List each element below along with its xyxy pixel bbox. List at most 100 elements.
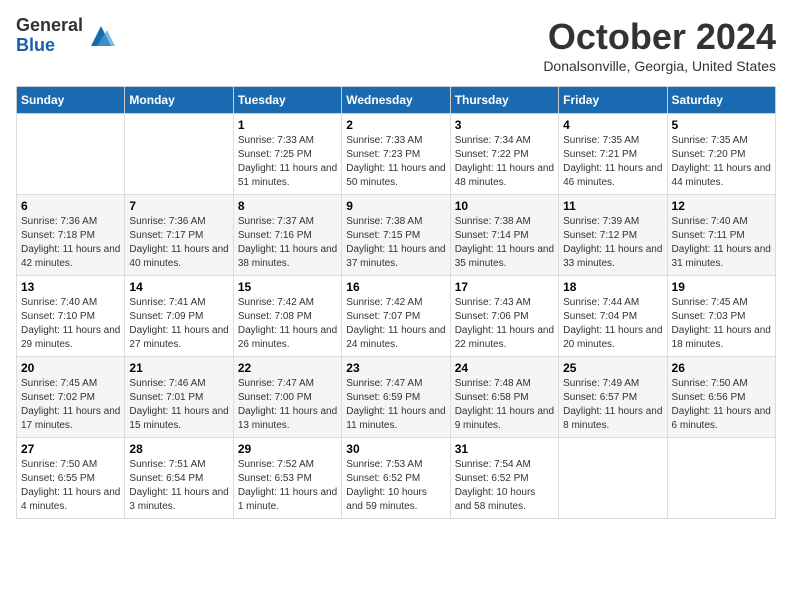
week-row-4: 20Sunrise: 7:45 AM Sunset: 7:02 PM Dayli…: [17, 357, 776, 438]
day-info: Sunrise: 7:50 AM Sunset: 6:56 PM Dayligh…: [672, 377, 771, 433]
calendar-cell: 14Sunrise: 7:41 AM Sunset: 7:09 PM Dayli…: [125, 276, 233, 357]
day-header-thursday: Thursday: [450, 87, 558, 114]
logo: General Blue: [16, 16, 115, 56]
week-row-3: 13 Sunrise: 7:40 AM Sunset: 7:10 PM Dayli…: [17, 276, 776, 357]
day-info: Sunrise: 7:42 AM Sunset: 7:07 PM Dayligh…: [346, 296, 445, 352]
day-info: Sunrise: 7:49 AM Sunset: 6:57 PM Dayligh…: [563, 377, 662, 433]
day-number: 17: [455, 280, 554, 294]
day-number: 2: [346, 118, 445, 132]
calendar-cell: 10 Sunrise: 7:38 AM Sunset: 7:14 PM Dayli…: [450, 195, 558, 276]
calendar-cell: 28 Sunrise: 7:51 AM Sunset: 6:54 PM Dayli…: [125, 438, 233, 519]
day-number: 29: [238, 442, 337, 456]
day-number: 4: [563, 118, 662, 132]
day-number: 3: [455, 118, 554, 132]
calendar-cell: 30Sunrise: 7:53 AM Sunset: 6:52 PM Dayli…: [342, 438, 450, 519]
day-number: 7: [129, 199, 228, 213]
day-number: 10: [455, 199, 554, 213]
calendar-cell: 3 Sunrise: 7:34 AM Sunset: 7:22 PM Daylig…: [450, 114, 558, 195]
day-info: Sunrise: 7:35 AM Sunset: 7:21 PM Dayligh…: [563, 134, 662, 190]
day-number: 18: [563, 280, 662, 294]
day-info: Sunrise: 7:40 AM Sunset: 7:10 PM Dayligh…: [21, 296, 120, 352]
day-number: 27: [21, 442, 120, 456]
calendar-cell: 17 Sunrise: 7:43 AM Sunset: 7:06 PM Dayli…: [450, 276, 558, 357]
day-number: 1: [238, 118, 337, 132]
day-number: 6: [21, 199, 120, 213]
calendar-cell: 21Sunrise: 7:46 AM Sunset: 7:01 PM Dayli…: [125, 357, 233, 438]
title-area: October 2024 Donalsonville, Georgia, Uni…: [543, 16, 776, 74]
calendar-header: SundayMondayTuesdayWednesdayThursdayFrid…: [17, 87, 776, 114]
day-number: 11: [563, 199, 662, 213]
day-number: 13: [21, 280, 120, 294]
day-info: Sunrise: 7:47 AM Sunset: 7:00 PM Dayligh…: [238, 377, 337, 433]
calendar-cell: 16 Sunrise: 7:42 AM Sunset: 7:07 PM Dayli…: [342, 276, 450, 357]
day-info: Sunrise: 7:48 AM Sunset: 6:58 PM Dayligh…: [455, 377, 554, 433]
calendar-table: SundayMondayTuesdayWednesdayThursdayFrid…: [16, 86, 776, 519]
day-info: Sunrise: 7:51 AM Sunset: 6:54 PM Dayligh…: [129, 458, 228, 514]
day-info: Sunrise: 7:44 AM Sunset: 7:04 PM Dayligh…: [563, 296, 662, 352]
day-header-wednesday: Wednesday: [342, 87, 450, 114]
day-info: Sunrise: 7:38 AM Sunset: 7:14 PM Dayligh…: [455, 215, 554, 271]
day-number: 30: [346, 442, 445, 456]
calendar-cell: [125, 114, 233, 195]
logo-icon: [87, 22, 115, 50]
day-info: Sunrise: 7:34 AM Sunset: 7:22 PM Dayligh…: [455, 134, 554, 190]
calendar-cell: 13 Sunrise: 7:40 AM Sunset: 7:10 PM Dayli…: [17, 276, 125, 357]
week-row-5: 27 Sunrise: 7:50 AM Sunset: 6:55 PM Dayli…: [17, 438, 776, 519]
day-info: Sunrise: 7:42 AM Sunset: 7:08 PM Dayligh…: [238, 296, 337, 352]
day-number: 31: [455, 442, 554, 456]
calendar-cell: 6Sunrise: 7:36 AM Sunset: 7:18 PM Daylig…: [17, 195, 125, 276]
calendar-cell: 1Sunrise: 7:33 AM Sunset: 7:25 PM Daylig…: [233, 114, 341, 195]
day-header-saturday: Saturday: [667, 87, 775, 114]
day-info: Sunrise: 7:38 AM Sunset: 7:15 PM Dayligh…: [346, 215, 445, 271]
header-row: SundayMondayTuesdayWednesdayThursdayFrid…: [17, 87, 776, 114]
day-info: Sunrise: 7:52 AM Sunset: 6:53 PM Dayligh…: [238, 458, 337, 514]
calendar-cell: 4 Sunrise: 7:35 AM Sunset: 7:21 PM Daylig…: [559, 114, 667, 195]
calendar-cell: 27 Sunrise: 7:50 AM Sunset: 6:55 PM Dayli…: [17, 438, 125, 519]
page-header: General Blue October 2024 Donalsonville,…: [16, 16, 776, 74]
day-info: Sunrise: 7:40 AM Sunset: 7:11 PM Dayligh…: [672, 215, 771, 271]
calendar-cell: 8 Sunrise: 7:37 AM Sunset: 7:16 PM Daylig…: [233, 195, 341, 276]
day-info: Sunrise: 7:33 AM Sunset: 7:23 PM Dayligh…: [346, 134, 445, 190]
day-info: Sunrise: 7:50 AM Sunset: 6:55 PM Dayligh…: [21, 458, 120, 514]
day-info: Sunrise: 7:35 AM Sunset: 7:20 PM Dayligh…: [672, 134, 771, 190]
day-number: 26: [672, 361, 771, 375]
day-number: 24: [455, 361, 554, 375]
logo-blue: Blue: [16, 36, 83, 56]
calendar-cell: 5Sunrise: 7:35 AM Sunset: 7:20 PM Daylig…: [667, 114, 775, 195]
day-header-sunday: Sunday: [17, 87, 125, 114]
day-number: 25: [563, 361, 662, 375]
day-number: 14: [129, 280, 228, 294]
week-row-2: 6Sunrise: 7:36 AM Sunset: 7:18 PM Daylig…: [17, 195, 776, 276]
day-info: Sunrise: 7:47 AM Sunset: 6:59 PM Dayligh…: [346, 377, 445, 433]
day-number: 15: [238, 280, 337, 294]
calendar-cell: [17, 114, 125, 195]
calendar-cell: [559, 438, 667, 519]
calendar-cell: 22Sunrise: 7:47 AM Sunset: 7:00 PM Dayli…: [233, 357, 341, 438]
day-number: 19: [672, 280, 771, 294]
day-number: 9: [346, 199, 445, 213]
day-info: Sunrise: 7:46 AM Sunset: 7:01 PM Dayligh…: [129, 377, 228, 433]
day-info: Sunrise: 7:43 AM Sunset: 7:06 PM Dayligh…: [455, 296, 554, 352]
calendar-cell: 29 Sunrise: 7:52 AM Sunset: 6:53 PM Dayli…: [233, 438, 341, 519]
logo-general: General: [16, 16, 83, 36]
location: Donalsonville, Georgia, United States: [543, 58, 776, 74]
month-title: October 2024: [543, 16, 776, 58]
week-row-1: 1Sunrise: 7:33 AM Sunset: 7:25 PM Daylig…: [17, 114, 776, 195]
day-number: 8: [238, 199, 337, 213]
calendar-cell: 7 Sunrise: 7:36 AM Sunset: 7:17 PM Daylig…: [125, 195, 233, 276]
day-number: 16: [346, 280, 445, 294]
day-info: Sunrise: 7:37 AM Sunset: 7:16 PM Dayligh…: [238, 215, 337, 271]
day-number: 12: [672, 199, 771, 213]
day-info: Sunrise: 7:36 AM Sunset: 7:17 PM Dayligh…: [129, 215, 228, 271]
calendar-cell: 19Sunrise: 7:45 AM Sunset: 7:03 PM Dayli…: [667, 276, 775, 357]
calendar-cell: 15 Sunrise: 7:42 AM Sunset: 7:08 PM Dayli…: [233, 276, 341, 357]
calendar-cell: [667, 438, 775, 519]
calendar-cell: 20Sunrise: 7:45 AM Sunset: 7:02 PM Dayli…: [17, 357, 125, 438]
calendar-cell: 11 Sunrise: 7:39 AM Sunset: 7:12 PM Dayli…: [559, 195, 667, 276]
day-header-monday: Monday: [125, 87, 233, 114]
day-info: Sunrise: 7:39 AM Sunset: 7:12 PM Dayligh…: [563, 215, 662, 271]
day-number: 28: [129, 442, 228, 456]
day-info: Sunrise: 7:45 AM Sunset: 7:02 PM Dayligh…: [21, 377, 120, 433]
calendar-cell: 9 Sunrise: 7:38 AM Sunset: 7:15 PM Daylig…: [342, 195, 450, 276]
day-info: Sunrise: 7:54 AM Sunset: 6:52 PM Dayligh…: [455, 458, 554, 514]
